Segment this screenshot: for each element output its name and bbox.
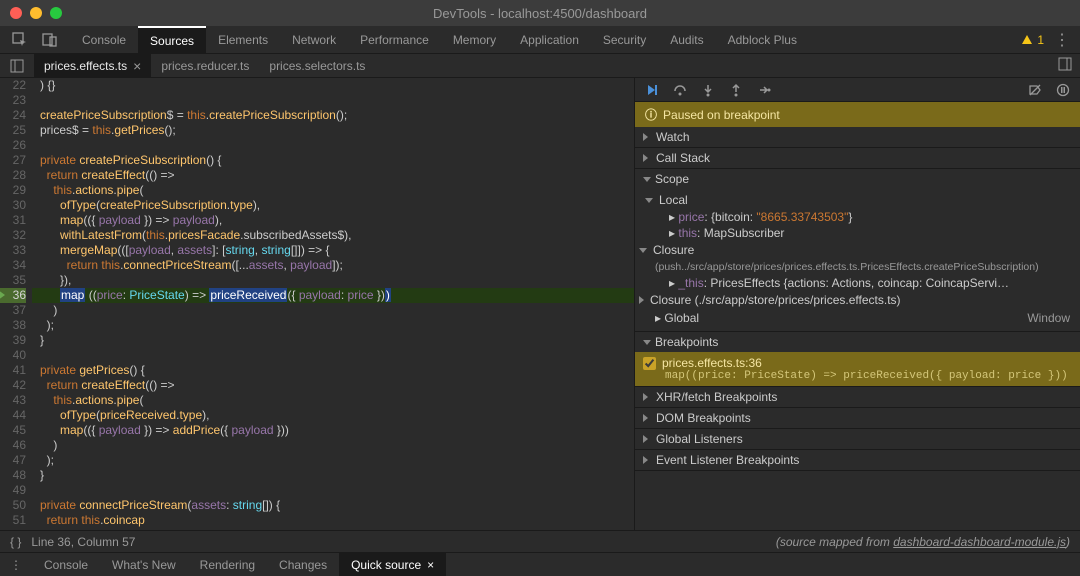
- pause-on-exceptions-icon[interactable]: [1056, 83, 1070, 97]
- cursor-position: Line 36, Column 57: [31, 535, 135, 549]
- warnings-indicator[interactable]: 1: [1021, 33, 1044, 47]
- callstack-section-header[interactable]: Call Stack: [635, 148, 1080, 168]
- tab-memory[interactable]: Memory: [441, 26, 508, 53]
- main-tabbar: ConsoleSourcesElementsNetworkPerformance…: [0, 26, 1080, 54]
- traffic-lights: [10, 7, 62, 19]
- file-tab-prices-selectors-ts[interactable]: prices.selectors.ts: [259, 54, 375, 77]
- close-window-button[interactable]: [10, 7, 22, 19]
- file-tabbar: prices.effects.ts×prices.reducer.tsprice…: [0, 54, 1080, 78]
- drawer-tab-what-s-new[interactable]: What's New: [100, 553, 188, 576]
- tab-application[interactable]: Application: [508, 26, 591, 53]
- more-options-icon[interactable]: ⋮: [1054, 30, 1070, 50]
- breakpoints-section-header[interactable]: Breakpoints: [635, 332, 1080, 352]
- tab-performance[interactable]: Performance: [348, 26, 441, 53]
- breakpoint-item[interactable]: prices.effects.ts:36 map((price: PriceSt…: [635, 352, 1080, 386]
- paused-banner: ⓘPaused on breakpoint: [635, 102, 1080, 127]
- window-titlebar: DevTools - localhost:4500/dashboard: [0, 0, 1080, 26]
- source-code[interactable]: ) {}createPriceSubscription$ = this.crea…: [32, 78, 634, 530]
- step-out-icon[interactable]: [729, 83, 743, 97]
- closure-detail: (push../src/app/store/prices/prices.effe…: [635, 259, 1080, 275]
- tab-network[interactable]: Network: [280, 26, 348, 53]
- device-toolbar-icon[interactable]: [42, 32, 58, 48]
- tab-console[interactable]: Console: [70, 26, 138, 53]
- file-tab-prices-reducer-ts[interactable]: prices.reducer.ts: [151, 54, 259, 77]
- breakpoint-checkbox[interactable]: [643, 357, 656, 370]
- scope-var-this[interactable]: ▸ this: MapSubscriber: [635, 225, 1080, 241]
- deactivate-breakpoints-icon[interactable]: [1028, 83, 1042, 97]
- xhr-breakpoints-header[interactable]: XHR/fetch Breakpoints: [635, 387, 1080, 407]
- maximize-window-button[interactable]: [50, 7, 62, 19]
- source-mapped-from: (source mapped from dashboard-dashboard-…: [776, 535, 1070, 549]
- scope-local[interactable]: Local: [635, 191, 1080, 209]
- step-icon[interactable]: [757, 83, 771, 97]
- scope-var-_this[interactable]: ▸ _this: PricesEffects {actions: Actions…: [635, 275, 1080, 291]
- tab-adblock-plus[interactable]: Adblock Plus: [716, 26, 809, 53]
- status-bar: { } Line 36, Column 57 (source mapped fr…: [0, 530, 1080, 552]
- drawer-tab-quick-source[interactable]: Quick source ×: [339, 553, 446, 576]
- scope-closure-2[interactable]: Closure (./src/app/store/prices/prices.e…: [635, 291, 1080, 309]
- tab-security[interactable]: Security: [591, 26, 658, 53]
- global-listeners-header[interactable]: Global Listeners: [635, 429, 1080, 449]
- scope-closure-1[interactable]: Closure: [635, 241, 1080, 259]
- event-listener-breakpoints-header[interactable]: Event Listener Breakpoints: [635, 450, 1080, 470]
- close-drawer-tab-icon[interactable]: ×: [427, 558, 434, 572]
- debugger-toggle-icon[interactable]: [1058, 57, 1072, 71]
- line-gutter[interactable]: 2223242526272829303132333435363738394041…: [0, 78, 32, 530]
- tab-elements[interactable]: Elements: [206, 26, 280, 53]
- drawer-tab-changes[interactable]: Changes: [267, 553, 339, 576]
- drawer-tab-console[interactable]: Console: [32, 553, 100, 576]
- inspect-element-icon[interactable]: [12, 32, 28, 48]
- drawer-more-icon[interactable]: ⋮: [0, 558, 32, 572]
- source-map-link[interactable]: dashboard-dashboard-module.js: [893, 535, 1066, 549]
- source-editor: 2223242526272829303132333435363738394041…: [0, 78, 634, 530]
- navigator-toggle-icon[interactable]: [10, 59, 24, 73]
- drawer-tab-rendering[interactable]: Rendering: [188, 553, 267, 576]
- window-title: DevTools - localhost:4500/dashboard: [433, 6, 647, 21]
- resume-icon[interactable]: [645, 83, 659, 97]
- tab-sources[interactable]: Sources: [138, 26, 206, 53]
- tab-audits[interactable]: Audits: [658, 26, 715, 53]
- step-over-icon[interactable]: [673, 83, 687, 97]
- minimize-window-button[interactable]: [30, 7, 42, 19]
- close-file-icon[interactable]: ×: [133, 58, 141, 74]
- scope-global[interactable]: ▸ GlobalWindow: [635, 309, 1080, 327]
- debugger-panel: ⓘPaused on breakpoint Watch Call Stack S…: [634, 78, 1080, 530]
- debugger-toolbar: [635, 78, 1080, 102]
- watch-section-header[interactable]: Watch: [635, 127, 1080, 147]
- scope-var-price[interactable]: ▸ price: {bitcoin: "8665.33743503"}: [635, 209, 1080, 225]
- file-tab-prices-effects-ts[interactable]: prices.effects.ts×: [34, 54, 151, 77]
- step-into-icon[interactable]: [701, 83, 715, 97]
- dom-breakpoints-header[interactable]: DOM Breakpoints: [635, 408, 1080, 428]
- scope-section-header[interactable]: Scope: [635, 169, 1080, 189]
